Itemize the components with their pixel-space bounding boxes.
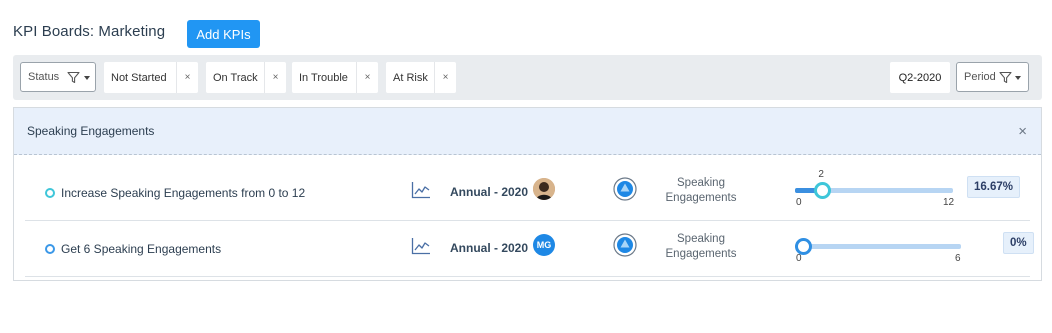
avatar[interactable]: MG [533, 234, 555, 256]
progress-slider[interactable]: 0 6 [795, 220, 965, 276]
period-filter-label: Period [964, 71, 996, 83]
kpi-row[interactable]: Get 6 Speaking Engagements Annual - 2020… [25, 220, 1034, 277]
filter-chip-at-risk: At Risk × [386, 62, 456, 93]
kpi-period: Annual - 2020 [450, 185, 529, 199]
status-on-track-icon [45, 188, 55, 198]
funnel-icon [67, 71, 80, 84]
slider-thumb[interactable] [814, 182, 832, 199]
board-header: Speaking Engagements × [14, 108, 1041, 155]
chip-label: Not Started [111, 71, 167, 84]
quarter-value[interactable]: Q2-2020 [890, 62, 950, 93]
kpi-name[interactable]: Increase Speaking Engagements from 0 to … [61, 186, 305, 200]
progress-percent: 0% [1003, 232, 1034, 254]
direction-up-icon [613, 177, 637, 201]
status-not-started-icon [45, 244, 55, 254]
kpi-board: Speaking Engagements × Increase Speaking… [13, 107, 1042, 281]
min-value: 0 [796, 197, 802, 208]
avatar-photo-icon [533, 178, 555, 200]
page-title: KPI Boards: Marketing [13, 23, 166, 40]
funnel-icon [999, 71, 1012, 84]
direction-up-icon [613, 233, 637, 257]
filter-chip-on-track: On Track × [206, 62, 286, 93]
max-value: 12 [943, 197, 955, 208]
close-icon[interactable]: × [1018, 123, 1027, 140]
close-icon[interactable]: × [356, 62, 378, 93]
kpi-metric: Speaking Engagements [665, 177, 737, 204]
filter-chip-in-trouble: In Trouble × [292, 62, 378, 93]
board-title: Speaking Engagements [27, 124, 155, 138]
max-value: 6 [955, 253, 961, 264]
status-filter-label: Status [28, 71, 60, 83]
close-icon[interactable]: × [434, 62, 456, 93]
filter-bar: Status Not Started × On Track × In Troub… [13, 55, 1042, 100]
chip-label: In Trouble [299, 71, 348, 84]
min-value: 0 [796, 253, 802, 264]
close-icon[interactable]: × [264, 62, 286, 93]
status-filter-select[interactable]: Status [20, 62, 96, 92]
period-filter-select[interactable]: Period [956, 62, 1029, 92]
trend-chart-icon[interactable] [411, 237, 431, 255]
progress-slider[interactable]: 2 0 12 [795, 164, 965, 220]
filter-chip-not-started: Not Started × [104, 62, 198, 93]
chip-label: On Track [213, 71, 258, 84]
chevron-down-icon [84, 76, 90, 80]
kpi-name[interactable]: Get 6 Speaking Engagements [61, 242, 221, 256]
slider-track [795, 244, 961, 249]
add-kpis-button[interactable]: Add KPIs [187, 20, 260, 48]
kpi-metric: Speaking Engagements [665, 233, 737, 260]
avatar[interactable] [533, 178, 555, 200]
kpi-row[interactable]: Increase Speaking Engagements from 0 to … [25, 164, 1030, 221]
trend-chart-icon[interactable] [411, 181, 431, 199]
chip-label: At Risk [393, 71, 428, 84]
kpi-period: Annual - 2020 [450, 241, 529, 255]
current-value: 2 [818, 169, 824, 180]
close-icon[interactable]: × [176, 62, 198, 93]
chevron-down-icon [1015, 76, 1021, 80]
progress-percent: 16.67% [967, 176, 1021, 198]
